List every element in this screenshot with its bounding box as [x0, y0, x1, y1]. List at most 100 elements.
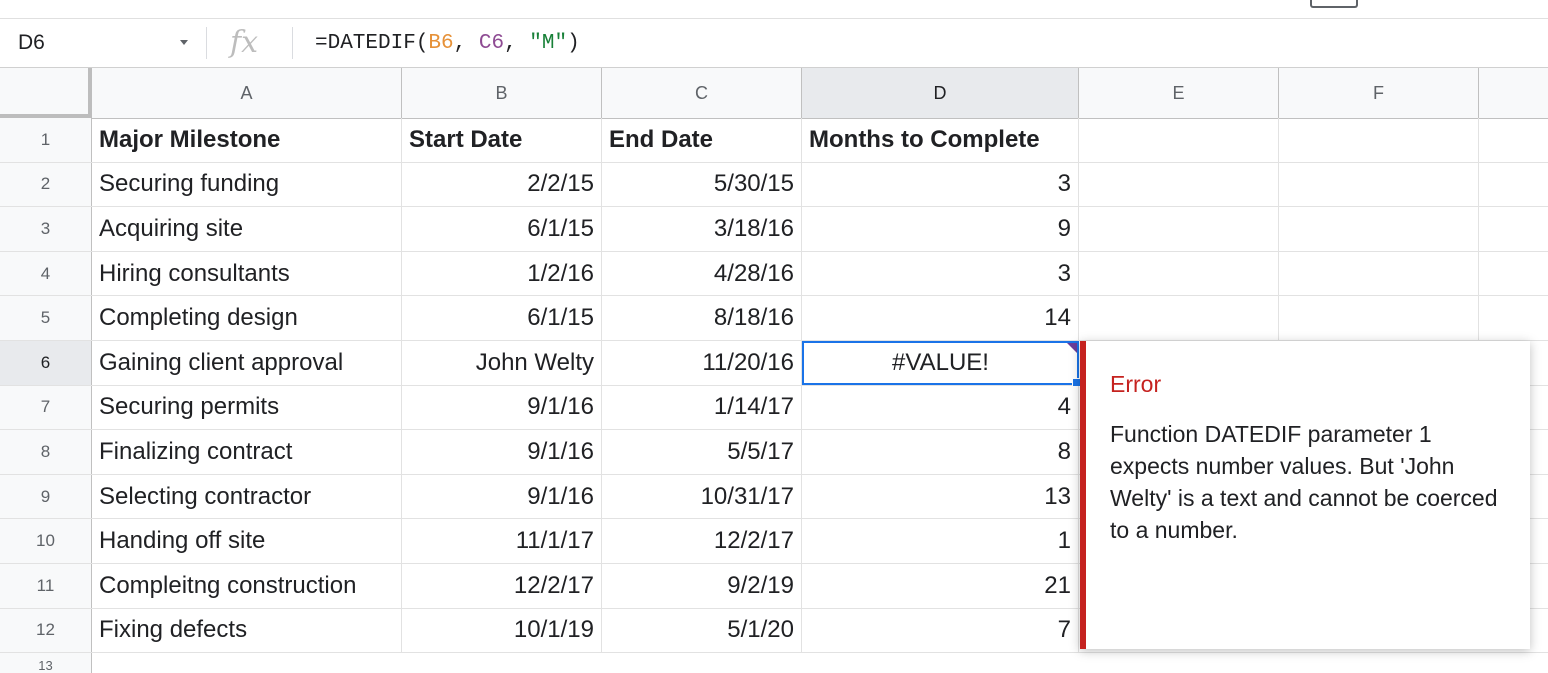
cell-d6-value: #VALUE! [892, 348, 989, 376]
row-header[interactable]: 10 [0, 519, 92, 563]
cell-d1[interactable]: Months to Complete [802, 118, 1079, 162]
cell-a10[interactable]: Handing off site [92, 519, 402, 563]
row-header[interactable]: 6 [0, 341, 92, 385]
cell-b2[interactable]: 2/2/15 [402, 162, 602, 207]
cell-a3[interactable]: Acquiring site [92, 207, 402, 251]
cell-d5[interactable]: 14 [802, 296, 1079, 340]
cell-d4[interactable]: 3 [802, 251, 1079, 296]
cell-b8[interactable]: 9/1/16 [402, 430, 602, 474]
table-row: 3 Acquiring site 6/1/15 3/18/16 9 [0, 207, 1548, 252]
cell-e3[interactable] [1079, 207, 1279, 251]
error-message: Function DATEDIF parameter 1 expects num… [1110, 421, 1498, 543]
column-header-e[interactable]: E [1079, 68, 1279, 118]
cell-a6[interactable]: Gaining client approval [92, 341, 402, 385]
row-header[interactable]: 7 [0, 385, 92, 430]
cell-f4[interactable] [1279, 251, 1479, 296]
cell-b10[interactable]: 11/1/17 [402, 519, 602, 563]
cell-e4[interactable] [1079, 251, 1279, 296]
table-row: 13 [0, 653, 1548, 673]
table-row: 1 Major Milestone Start Date End Date Mo… [0, 118, 1548, 163]
cell-c6[interactable]: 11/20/16 [602, 341, 802, 385]
cell-f1[interactable] [1279, 118, 1479, 162]
cell-b3[interactable]: 6/1/15 [402, 207, 602, 251]
row-header[interactable]: 4 [0, 251, 92, 296]
cell-c4[interactable]: 4/28/16 [602, 251, 802, 296]
column-header-row: A B C D E F [0, 68, 1548, 119]
row-header[interactable]: 5 [0, 296, 92, 340]
cell-a11[interactable]: Compleitng construction [92, 564, 402, 608]
formula-ref-b6: B6 [428, 31, 454, 55]
cell-a9[interactable]: Selecting contractor [92, 474, 402, 519]
cell-b4[interactable]: 1/2/16 [402, 251, 602, 296]
cell-b11[interactable]: 12/2/17 [402, 564, 602, 608]
divider [292, 27, 293, 59]
cell-f3[interactable] [1279, 207, 1479, 251]
column-header-b[interactable]: B [402, 68, 602, 118]
cell-f2[interactable] [1279, 162, 1479, 207]
cell-f5[interactable] [1279, 296, 1479, 340]
cell-b7[interactable]: 9/1/16 [402, 385, 602, 430]
table-row: 2 Securing funding 2/2/15 5/30/15 3 [0, 162, 1548, 208]
cell-a5[interactable]: Completing design [92, 296, 402, 340]
cell-c11[interactable]: 9/2/19 [602, 564, 802, 608]
row-header[interactable]: 13 [0, 653, 92, 673]
formula-input[interactable]: =DATEDIF(B6, C6, "M") [315, 19, 580, 67]
table-row: 5 Completing design 6/1/15 8/18/16 14 [0, 296, 1548, 341]
cell-e2[interactable] [1079, 162, 1279, 207]
cell-c10[interactable]: 12/2/17 [602, 519, 802, 563]
cell-c7[interactable]: 1/14/17 [602, 385, 802, 430]
row-header[interactable]: 3 [0, 207, 92, 251]
cell-d11[interactable]: 21 [802, 564, 1079, 608]
formula-comma: , [504, 31, 530, 55]
chevron-down-icon[interactable] [180, 40, 188, 45]
cell-d7[interactable]: 4 [802, 385, 1079, 430]
cell-e1[interactable] [1079, 118, 1279, 162]
cell-b6[interactable]: John Welty [402, 341, 602, 385]
row-header[interactable]: 11 [0, 564, 92, 608]
column-header-c[interactable]: C [602, 68, 802, 118]
cell-b9[interactable]: 9/1/16 [402, 474, 602, 519]
cell-a2[interactable]: Securing funding [92, 162, 402, 207]
row-header[interactable]: 2 [0, 162, 92, 207]
formula-comma: , [453, 31, 479, 55]
cell-b12[interactable]: 10/1/19 [402, 608, 602, 653]
name-box[interactable]: D6 [0, 19, 202, 67]
cell-a7[interactable]: Securing permits [92, 385, 402, 430]
cell-c5[interactable]: 8/18/16 [602, 296, 802, 340]
cell-d12[interactable]: 7 [802, 608, 1079, 653]
cell-c8[interactable]: 5/5/17 [602, 430, 802, 474]
cell-c12[interactable]: 5/1/20 [602, 608, 802, 653]
formula-string-arg: "M" [529, 31, 568, 55]
divider [206, 27, 207, 59]
cell-a4[interactable]: Hiring consultants [92, 251, 402, 296]
name-box-cell-ref: D6 [18, 31, 45, 54]
cell-c2[interactable]: 5/30/15 [602, 162, 802, 207]
row-header[interactable]: 1 [0, 118, 92, 162]
cell-a12[interactable]: Fixing defects [92, 608, 402, 653]
table-row: 4 Hiring consultants 1/2/16 4/28/16 3 [0, 251, 1548, 297]
cell-d3[interactable]: 9 [802, 207, 1079, 251]
cell-e5[interactable] [1079, 296, 1279, 340]
cell-a1[interactable]: Major Milestone [92, 118, 402, 162]
row-header[interactable]: 8 [0, 430, 92, 474]
cell-d9[interactable]: 13 [802, 474, 1079, 519]
top-strip [0, 0, 1548, 19]
column-header-f[interactable]: F [1279, 68, 1479, 118]
toolbar-box-icon [1310, 0, 1358, 8]
column-header-d[interactable]: D [802, 68, 1079, 118]
cell-b1[interactable]: Start Date [402, 118, 602, 162]
cell-c1[interactable]: End Date [602, 118, 802, 162]
select-all-corner[interactable] [0, 68, 92, 118]
cell-d2[interactable]: 3 [802, 162, 1079, 207]
cell-b5[interactable]: 6/1/15 [402, 296, 602, 340]
column-header-a[interactable]: A [92, 68, 402, 118]
row-header[interactable]: 9 [0, 474, 92, 519]
cell-d6-selected[interactable]: #VALUE! [802, 341, 1081, 387]
row-header[interactable]: 12 [0, 608, 92, 653]
cell-a8[interactable]: Finalizing contract [92, 430, 402, 474]
cell-c9[interactable]: 10/31/17 [602, 474, 802, 519]
error-title: Error [1110, 371, 1162, 397]
cell-d8[interactable]: 8 [802, 430, 1079, 474]
cell-c3[interactable]: 3/18/16 [602, 207, 802, 251]
cell-d10[interactable]: 1 [802, 519, 1079, 563]
